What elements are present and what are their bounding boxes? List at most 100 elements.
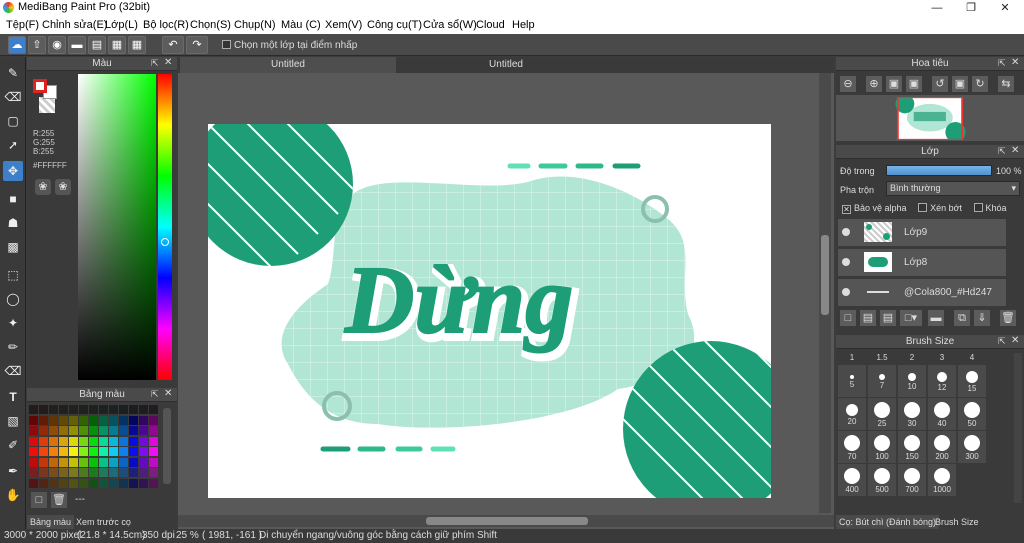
- palette-swatch[interactable]: [129, 405, 138, 414]
- palette-swatch[interactable]: [89, 426, 98, 435]
- new-layer-icon[interactable]: □: [840, 310, 856, 326]
- palette-swatch[interactable]: [129, 447, 138, 456]
- palette-swatch[interactable]: [89, 415, 98, 425]
- redo-icon[interactable]: ↷: [186, 36, 208, 54]
- delete-palette-icon[interactable]: 🗑: [51, 492, 67, 508]
- palette-swatch[interactable]: [29, 457, 38, 467]
- actual-size-icon[interactable]: ▣: [906, 76, 922, 92]
- palette-swatch[interactable]: [99, 478, 108, 488]
- foreground-color-swatch[interactable]: [33, 79, 47, 93]
- saturation-value-picker[interactable]: [78, 74, 156, 380]
- text-tool-icon[interactable]: T: [3, 387, 23, 407]
- palette-swatch[interactable]: [29, 436, 38, 446]
- flip-icon[interactable]: ⇆: [998, 76, 1014, 92]
- line-tool-icon[interactable]: ➚: [3, 135, 23, 155]
- palette-swatch[interactable]: [139, 478, 148, 488]
- brush-size-25[interactable]: 25: [868, 398, 896, 430]
- menu-filter[interactable]: Bộ lọc(R): [143, 19, 189, 31]
- magic-wand-icon[interactable]: ✦: [3, 313, 23, 333]
- palette-swatch[interactable]: [49, 415, 58, 425]
- duplicate-layer-icon[interactable]: ⧉: [954, 310, 970, 326]
- palette-swatch[interactable]: [139, 447, 148, 456]
- palette-swatch[interactable]: [99, 468, 108, 477]
- rotate-right-icon[interactable]: ↻: [972, 76, 988, 92]
- brush-size-1.5[interactable]: 1.5: [868, 351, 896, 365]
- palette-swatch[interactable]: [139, 468, 148, 477]
- navigator-close-icon[interactable]: ✕: [1011, 57, 1019, 68]
- menu-file[interactable]: Tệp(F): [6, 19, 39, 31]
- palette-swatch[interactable]: [119, 468, 128, 477]
- palette-swatch[interactable]: [149, 436, 158, 446]
- palette-swatch[interactable]: [69, 426, 78, 435]
- palette-swatch[interactable]: [29, 415, 38, 425]
- lasso-icon[interactable]: ◯: [3, 289, 23, 309]
- select-rect-icon[interactable]: ⬚: [3, 265, 23, 285]
- delete-layer-icon[interactable]: 🗑: [1000, 310, 1016, 326]
- navigator-float-icon[interactable]: ⇱: [998, 58, 1006, 69]
- eye-icon[interactable]: [842, 228, 850, 236]
- palette-swatch[interactable]: [59, 468, 68, 477]
- palette-swatch[interactable]: [139, 426, 148, 435]
- palette-swatch[interactable]: [99, 457, 108, 467]
- tab-brush-preview[interactable]: Xem trước cọ: [73, 515, 134, 529]
- palette-swatch[interactable]: [29, 426, 38, 435]
- zoom-in-icon[interactable]: ⊕: [866, 76, 882, 92]
- palette-swatch[interactable]: [79, 468, 88, 477]
- palette-swatch[interactable]: [129, 457, 138, 467]
- palette-swatch[interactable]: [89, 478, 98, 488]
- brush-size-1[interactable]: 1: [838, 351, 866, 365]
- palette-swatch[interactable]: [109, 478, 118, 488]
- menu-capture[interactable]: Chụp(N): [234, 19, 276, 31]
- palette-swatch[interactable]: [69, 415, 78, 425]
- palette-swatch[interactable]: [129, 478, 138, 488]
- palette-swatch[interactable]: [129, 426, 138, 435]
- close-icon[interactable]: ✕: [988, 0, 1022, 16]
- document-tab-2[interactable]: Untitled: [398, 57, 614, 73]
- palette-swatch[interactable]: [109, 405, 118, 414]
- brush-size-close-icon[interactable]: ✕: [1011, 335, 1019, 346]
- new-halftone-layer-icon[interactable]: ▤: [860, 310, 876, 326]
- brush-size-300[interactable]: 300: [958, 431, 986, 463]
- brush-size-scrollbar[interactable]: [1014, 353, 1022, 503]
- balloon-icon[interactable]: ▬: [68, 36, 86, 54]
- palette-swatch[interactable]: [69, 478, 78, 488]
- palette-swatch[interactable]: [149, 405, 158, 414]
- layer-row[interactable]: Lớp8: [838, 249, 1006, 277]
- artwork-canvas[interactable]: Dừng Dừng: [208, 124, 771, 498]
- palette-swatch[interactable]: [149, 478, 158, 488]
- brush-size-100[interactable]: 100: [868, 431, 896, 463]
- share-icon[interactable]: ⇧: [28, 36, 46, 54]
- minimize-icon[interactable]: —: [920, 0, 954, 16]
- palette-swatch[interactable]: [39, 415, 48, 425]
- palette-swatch[interactable]: [39, 405, 48, 414]
- palette-swatch[interactable]: [69, 405, 78, 414]
- brush-size-30[interactable]: 30: [898, 398, 926, 430]
- eraser-tool-icon[interactable]: ⌫: [3, 87, 23, 107]
- folder-icon[interactable]: ▬: [928, 310, 944, 326]
- palette-swatch[interactable]: [49, 478, 58, 488]
- new-palette-icon[interactable]: □: [31, 492, 47, 508]
- horizontal-scrollbar[interactable]: [178, 515, 834, 527]
- snap-checkbox-box[interactable]: [222, 40, 231, 49]
- palette-swatch[interactable]: [109, 468, 118, 477]
- document-tab-1[interactable]: Untitled: [180, 57, 396, 73]
- menu-cloud[interactable]: Cloud: [476, 19, 505, 31]
- palette-swatch[interactable]: [89, 436, 98, 446]
- palette-swatch[interactable]: [59, 405, 68, 414]
- palette-swatch[interactable]: [99, 447, 108, 456]
- vertical-scroll-thumb[interactable]: [821, 235, 829, 315]
- palette-swatch[interactable]: [79, 457, 88, 467]
- palette-swatch[interactable]: [39, 447, 48, 456]
- palette-swatch[interactable]: [139, 405, 148, 414]
- palette-swatch[interactable]: [59, 426, 68, 435]
- menu-color[interactable]: Màu (C): [281, 19, 321, 31]
- palette-swatch[interactable]: [99, 426, 108, 435]
- transparent-color-swatch[interactable]: [39, 97, 55, 113]
- brush-size-200[interactable]: 200: [928, 431, 956, 463]
- menu-edit[interactable]: Chỉnh sửa(E): [42, 19, 107, 31]
- brush-size-400[interactable]: 400: [838, 464, 866, 496]
- palette-swatch[interactable]: [89, 468, 98, 477]
- bucket-tool-icon[interactable]: ☗: [3, 213, 23, 233]
- alpha-protect-checkbox[interactable]: ✕ Bảo vệ alpha: [842, 203, 907, 214]
- menu-tools[interactable]: Công cụ(T): [367, 19, 422, 31]
